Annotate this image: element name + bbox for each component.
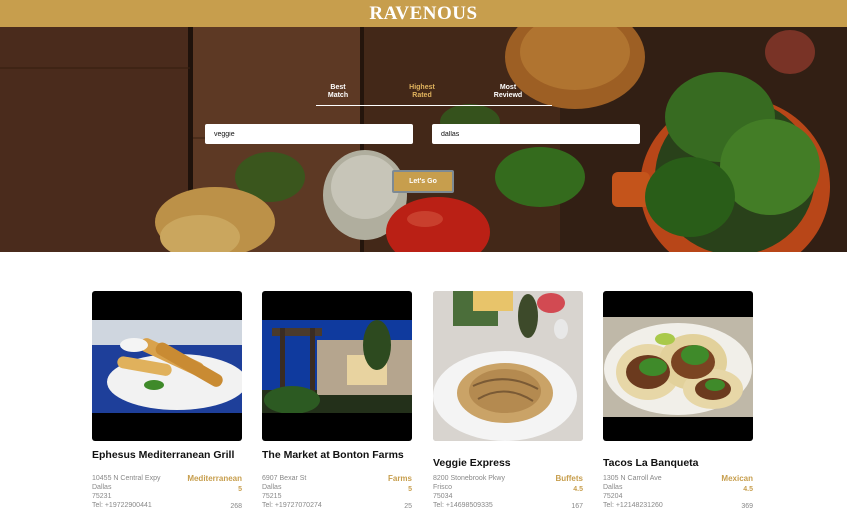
business-info: 8200 Stonebrook Pkwy Frisco 75034 Tel: +…	[433, 474, 583, 514]
business-review-count: 167	[571, 503, 583, 510]
app-header: RAVENOUS	[0, 0, 847, 27]
business-info: 10455 N Central Expy Dallas 75231 Tel: +…	[92, 474, 242, 514]
noodles-photo	[433, 291, 583, 441]
search-hero-banner: Best Match Highest Rated Most Reviewd Le…	[0, 27, 847, 252]
business-card[interactable]: Ephesus Mediterranean Grill 10455 N Cent…	[92, 291, 242, 514]
business-name: Tacos La Banqueta	[603, 457, 699, 469]
business-category: Buffets	[555, 474, 583, 483]
app-title: RAVENOUS	[369, 2, 478, 24]
business-name: Ephesus Mediterranean Grill	[92, 449, 235, 461]
business-phone: Tel: +14698509335	[433, 502, 493, 509]
sort-tab-label: Match	[327, 92, 349, 99]
sort-tab-highest-rated[interactable]: Highest Rated	[392, 84, 452, 100]
search-submit-button[interactable]: Let's Go	[392, 170, 454, 193]
business-rating: 5	[238, 486, 242, 493]
business-category: Mediterranean	[187, 474, 242, 483]
business-review-count: 268	[230, 503, 242, 510]
business-category: Farms	[387, 474, 412, 483]
business-name: The Market at Bonton Farms	[262, 449, 404, 461]
sort-tab-label: Rated	[412, 92, 432, 99]
business-phone: Tel: +19727070274	[262, 502, 322, 509]
business-rating: 4.5	[743, 486, 753, 493]
storefront-photo	[262, 291, 412, 441]
search-term-input[interactable]	[205, 124, 413, 144]
business-name: Veggie Express	[433, 457, 511, 469]
business-rating: 4.5	[573, 486, 583, 493]
sort-tab-label: Best	[330, 84, 346, 91]
business-rating: 5	[408, 486, 412, 493]
sort-tab-best-match[interactable]: Best Match	[308, 84, 368, 100]
tacos-photo	[603, 291, 753, 441]
spring-rolls-photo	[92, 291, 242, 441]
sort-tab-label: Highest	[409, 84, 435, 91]
business-card[interactable]: Tacos La Banqueta 1305 N Carroll Ave Dal…	[603, 291, 753, 514]
business-info: 1305 N Carroll Ave Dallas 75204 Tel: +12…	[603, 474, 753, 514]
food-background-image	[0, 27, 847, 252]
sort-tab-most-reviewed[interactable]: Most Reviewd	[478, 84, 538, 100]
business-review-count: 369	[741, 503, 753, 510]
search-location-input[interactable]	[432, 124, 640, 144]
sort-tab-label: Most	[499, 84, 517, 91]
business-phone: Tel: +12148231260	[603, 502, 663, 509]
business-card[interactable]: The Market at Bonton Farms 6907 Bexar St…	[262, 291, 412, 514]
business-info: 6907 Bexar St Dallas 75215 Tel: +1972707…	[262, 474, 412, 514]
business-phone: Tel: +19722900441	[92, 502, 152, 509]
business-category: Mexican	[721, 474, 753, 483]
business-review-count: 25	[404, 503, 412, 510]
sort-tab-label: Reviewd	[493, 92, 523, 99]
sort-options: Best Match Highest Rated Most Reviewd	[316, 84, 552, 106]
business-card[interactable]: Veggie Express 8200 Stonebrook Pkwy Fris…	[433, 291, 583, 514]
